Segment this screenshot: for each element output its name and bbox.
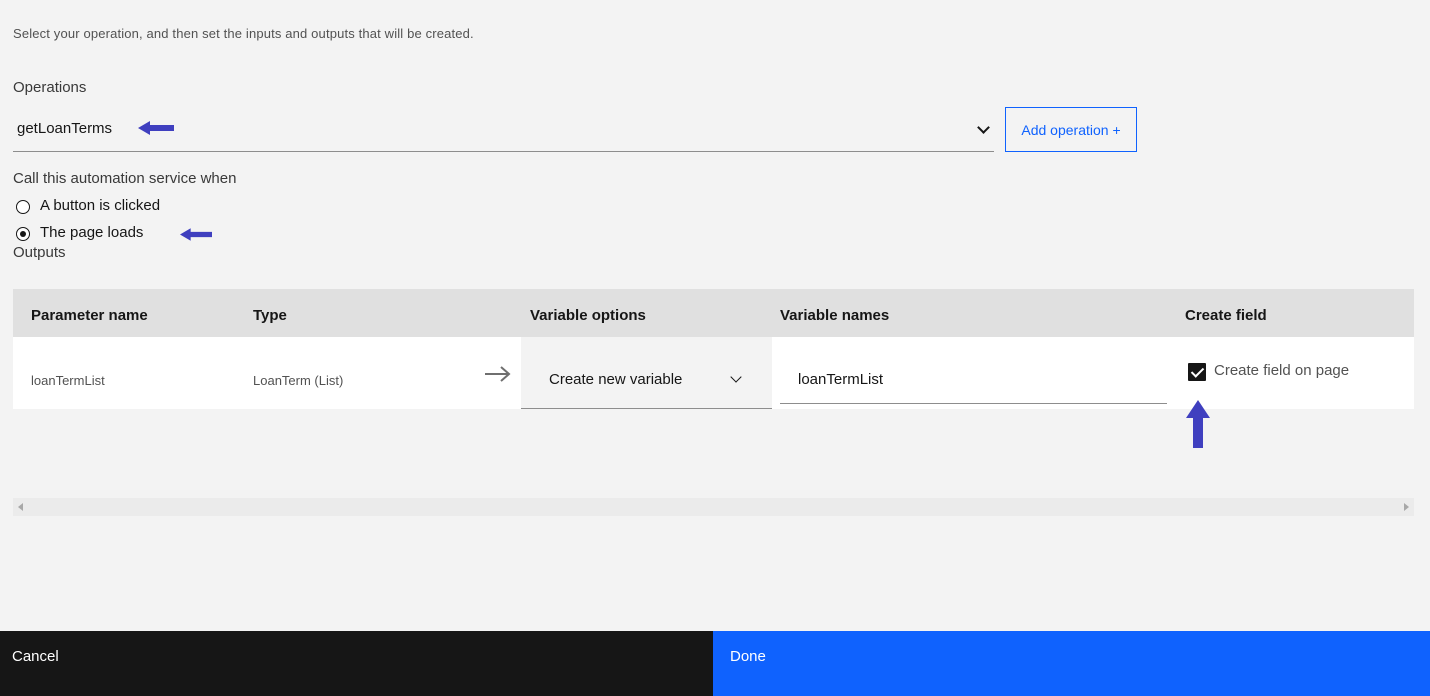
variable-name-input[interactable]: loanTermList <box>780 337 1167 404</box>
radio-input[interactable] <box>16 200 30 214</box>
chevron-down-icon <box>977 121 990 134</box>
arrow-right-icon <box>485 366 511 382</box>
variable-name-value: loanTermList <box>798 371 884 388</box>
variable-option-value: Create new variable <box>549 371 683 388</box>
parameter-name: loanTermList <box>31 373 105 388</box>
cancel-button[interactable]: Cancel <box>0 631 713 696</box>
operations-selected-value: getLoanTerms <box>17 120 113 137</box>
create-field-checkbox[interactable] <box>1188 363 1206 381</box>
column-header: Parameter name <box>31 307 148 324</box>
add-operation-button[interactable]: Add operation + <box>1005 107 1137 152</box>
column-header: Create field <box>1185 307 1267 324</box>
horizontal-scrollbar[interactable] <box>13 498 1414 516</box>
done-label: Done <box>730 648 766 665</box>
radio-label: A button is clicked <box>40 196 161 214</box>
modal-footer: Cancel Done <box>0 631 1430 696</box>
radio-input[interactable] <box>16 227 30 241</box>
parameter-type: LoanTerm (List) <box>253 373 344 388</box>
variable-options-select[interactable]: Create new variable <box>521 337 772 409</box>
operations-label: Operations <box>13 79 87 96</box>
annotation-arrow-icon <box>1186 400 1210 448</box>
column-header: Variable options <box>530 307 646 324</box>
radio-button-clicked[interactable]: A button is clicked <box>16 196 160 214</box>
scroll-left-icon[interactable] <box>18 503 23 511</box>
table-header: Parameter name Type Variable options Var… <box>13 289 1414 337</box>
instructions-text: Select your operation, and then set the … <box>13 26 474 41</box>
chevron-down-icon <box>730 371 742 383</box>
done-button[interactable]: Done <box>713 631 1430 696</box>
annotation-arrow-icon <box>138 121 174 135</box>
table-row: loanTermList LoanTerm (List) Create new … <box>13 337 1414 409</box>
radio-page-loads[interactable]: The page loads <box>16 223 143 241</box>
create-field-label: Create field on page <box>1214 362 1350 379</box>
column-header: Type <box>253 307 287 324</box>
cancel-label: Cancel <box>12 648 59 665</box>
annotation-arrow-icon <box>180 228 212 241</box>
trigger-label: Call this automation service when <box>13 170 237 187</box>
radio-label: The page loads <box>40 223 144 241</box>
outputs-label: Outputs <box>13 244 66 261</box>
column-header: Variable names <box>780 307 890 324</box>
scroll-right-icon[interactable] <box>1404 503 1409 511</box>
